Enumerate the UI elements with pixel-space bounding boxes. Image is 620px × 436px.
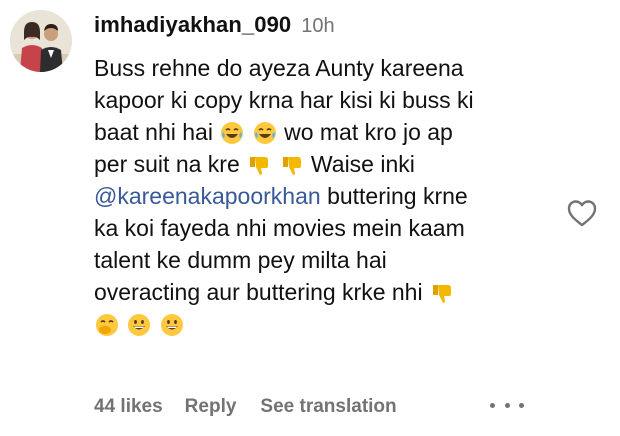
likes-count[interactable]: 44 likes bbox=[94, 396, 163, 418]
comment-line: baat nhi hai wo mat kro jo ap bbox=[94, 116, 564, 148]
dot bbox=[519, 402, 524, 408]
comment-line-text: Waise inki bbox=[310, 151, 415, 177]
comment-line bbox=[94, 308, 564, 340]
face-with-tears-of-joy-icon bbox=[220, 121, 244, 145]
grinning-face-icon bbox=[160, 313, 184, 337]
reply-button[interactable]: Reply bbox=[185, 396, 237, 418]
thumbs-down-icon bbox=[430, 281, 454, 305]
comment-line: per suit na kre Waise inki bbox=[94, 148, 564, 180]
comment-line: kapoor ki copy krna har kisi ki buss ki bbox=[94, 84, 564, 116]
comment-line-text: wo mat kro jo ap bbox=[284, 119, 453, 145]
face-with-tears-of-joy-icon bbox=[253, 121, 277, 145]
mention-link[interactable]: @kareenakapoorkhan bbox=[94, 183, 321, 209]
comment-line: overacting aur buttering krke nhi bbox=[94, 276, 564, 308]
comment-line: @kareenakapoorkhan buttering krne bbox=[94, 180, 564, 212]
comment-line-text: ka koi fayeda nhi movies mein kaam bbox=[94, 215, 465, 241]
comment-line-text: Buss rehne do ayeza Aunty kareena bbox=[94, 55, 464, 81]
timestamp[interactable]: 10h bbox=[301, 15, 334, 38]
comment-line-text: kapoor ki copy krna har kisi ki buss ki bbox=[94, 87, 474, 113]
comment-line-text: buttering krne bbox=[327, 183, 468, 209]
comment-line-text: overacting aur buttering krke nhi bbox=[94, 279, 423, 305]
comment-line: talent ke dumm pey milta hai bbox=[94, 244, 564, 276]
like-heart-icon[interactable] bbox=[566, 198, 598, 228]
comment-header: imhadiyakhan_090 10h bbox=[94, 12, 564, 42]
username[interactable]: imhadiyakhan_090 bbox=[94, 12, 291, 38]
comment-line-text: talent ke dumm pey milta hai bbox=[94, 247, 387, 273]
more-options-icon[interactable] bbox=[490, 396, 524, 414]
comment-line: Buss rehne do ayeza Aunty kareena bbox=[94, 52, 564, 84]
comment-text: Buss rehne do ayeza Aunty kareena kapoor… bbox=[94, 52, 564, 340]
face-with-hand-over-mouth-icon bbox=[95, 313, 119, 337]
comment-line: ka koi fayeda nhi movies mein kaam bbox=[94, 212, 564, 244]
comment-line-text: per suit na kre bbox=[94, 151, 240, 177]
see-translation-button[interactable]: See translation bbox=[260, 396, 396, 418]
dot bbox=[504, 402, 510, 408]
thumbs-down-icon bbox=[280, 153, 304, 177]
comment-line-text: baat nhi hai bbox=[94, 119, 213, 145]
comment-footer: 44 likes Reply See translation bbox=[94, 394, 423, 420]
avatar[interactable] bbox=[10, 10, 72, 72]
dot bbox=[490, 402, 495, 408]
thumbs-down-icon bbox=[247, 153, 271, 177]
grinning-face-icon bbox=[127, 313, 151, 337]
comment: imhadiyakhan_090 10h Buss rehne do ayeza… bbox=[94, 12, 564, 340]
